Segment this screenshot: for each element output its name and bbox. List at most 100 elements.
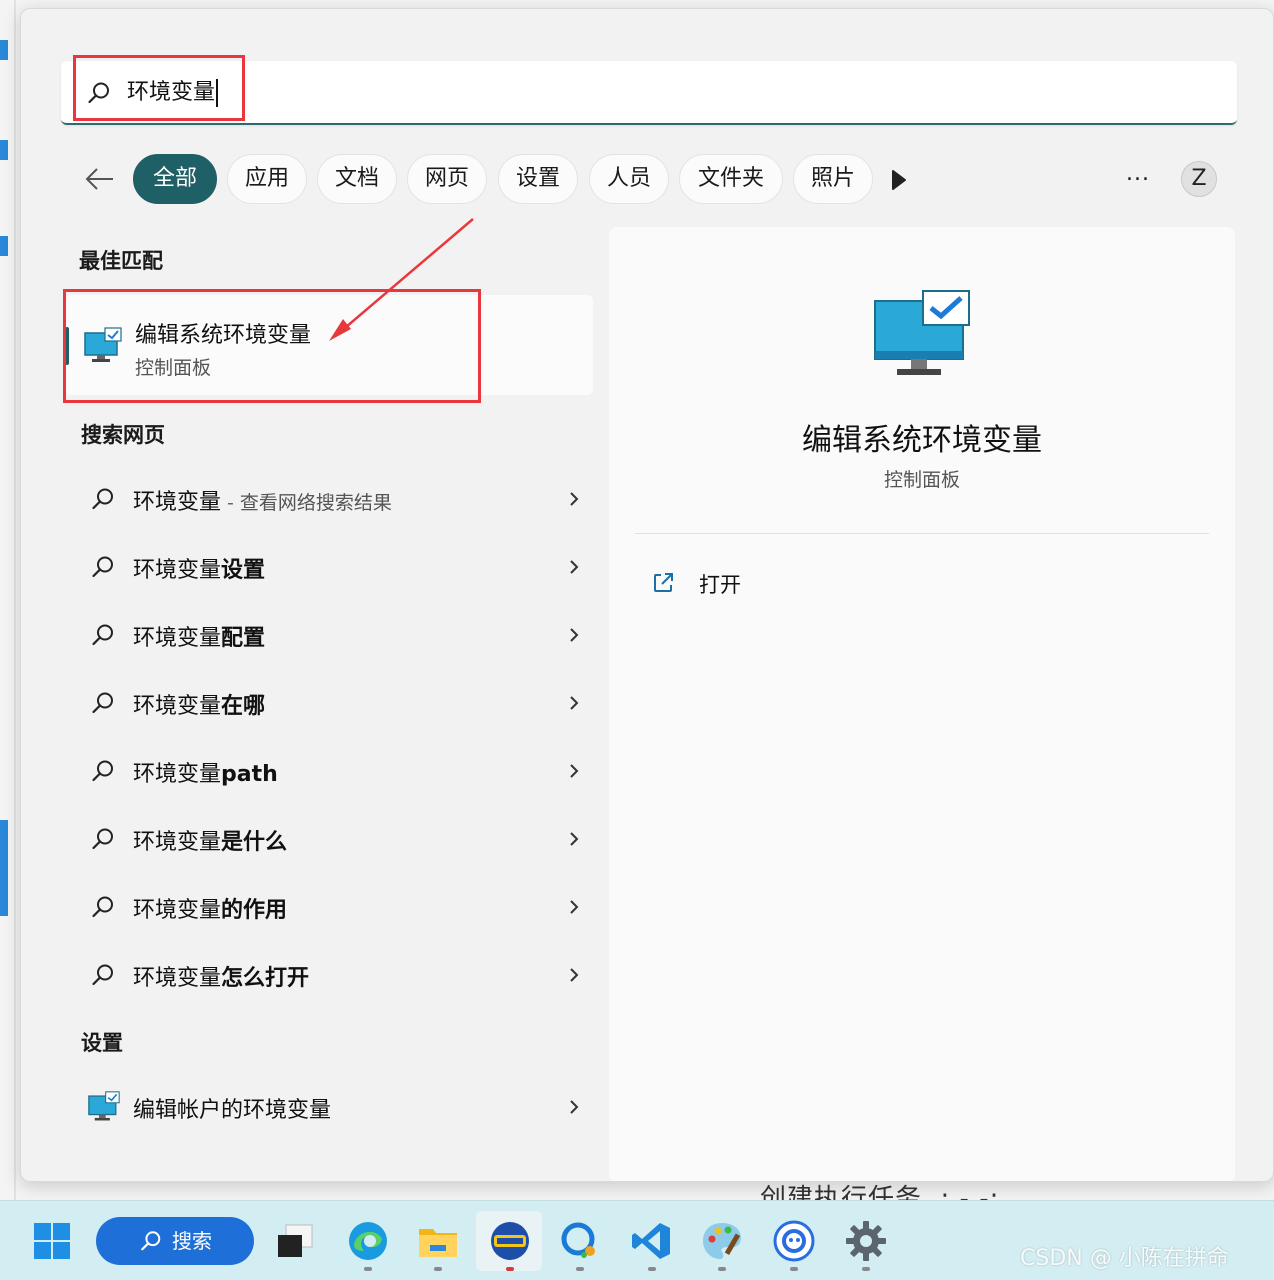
- control-panel-monitor-icon: [84, 327, 122, 362]
- web-search-row-text: 环境变量 - 查看网络搜索结果: [133, 484, 392, 516]
- running-indicator: [790, 1267, 798, 1271]
- running-indicator: [576, 1267, 584, 1271]
- chevron-right-icon: [570, 900, 579, 914]
- filter-chip-all[interactable]: 全部: [133, 154, 217, 204]
- search-icon: [92, 760, 113, 782]
- search-query-text: 环境变量: [127, 80, 216, 105]
- best-match-title: 编辑系统环境变量: [135, 323, 312, 348]
- preview-subtitle: 控制面板: [883, 469, 960, 491]
- chevron-right-icon: [570, 696, 579, 710]
- row-prefix: 环境变量: [133, 490, 222, 515]
- web-search-heading: 搜索网页: [81, 423, 165, 447]
- search-panel: 环境变量 全部 应用 文档 网页 设置 人员 文件夹 照片 ... Z 最佳匹配…: [20, 8, 1274, 1182]
- web-search-row[interactable]: 环境变量在哪: [81, 675, 581, 731]
- web-search-row-text: 环境变量设置: [133, 552, 265, 584]
- chevron-right-icon: [570, 492, 579, 506]
- web-search-row-text: 环境变量的作用: [133, 892, 287, 924]
- web-search-row[interactable]: 环境变量 - 查看网络搜索结果: [81, 471, 581, 527]
- row-bold: 怎么打开: [221, 966, 310, 991]
- web-search-row[interactable]: 环境变量配置: [81, 607, 581, 663]
- chevron-right-icon: [570, 628, 579, 642]
- settings-result-item[interactable]: 编辑帐户的环境变量: [81, 1079, 581, 1135]
- web-search-row[interactable]: 环境变量path: [81, 743, 581, 799]
- search-icon: [92, 692, 113, 714]
- windows-start-icon[interactable]: [32, 1221, 72, 1261]
- row-bold: 配置: [221, 626, 266, 651]
- chevron-right-icon: [570, 560, 579, 574]
- chevron-right-icon: [570, 1100, 579, 1114]
- more-options-button[interactable]: ...: [1123, 159, 1153, 189]
- web-search-row-text: 环境变量path: [133, 756, 278, 788]
- media-app-icon[interactable]: [488, 1219, 532, 1263]
- taskbar-search-label: 搜索: [172, 1229, 212, 1253]
- file-explorer-icon[interactable]: [416, 1219, 460, 1263]
- search-icon: [92, 624, 113, 646]
- web-search-row[interactable]: 环境变量怎么打开: [81, 947, 581, 1003]
- search-icon: [92, 828, 113, 850]
- back-arrow-icon[interactable]: [83, 162, 117, 196]
- search-icon: [92, 488, 113, 510]
- taskbar-search-button[interactable]: 搜索: [96, 1217, 254, 1265]
- filter-chip-folders[interactable]: 文件夹: [679, 154, 783, 204]
- best-match-subtitle: 控制面板: [135, 357, 212, 379]
- chevron-right-icon: [570, 832, 579, 846]
- scroll-right-arrow-icon[interactable]: [889, 169, 909, 191]
- edge-browser-icon[interactable]: [346, 1219, 390, 1263]
- web-search-row-text: 环境变量是什么: [133, 824, 287, 856]
- paint-app-icon[interactable]: [700, 1219, 744, 1263]
- vscode-icon[interactable]: [630, 1219, 674, 1263]
- user-avatar[interactable]: Z: [1181, 161, 1217, 197]
- open-action-label: 打开: [699, 573, 741, 597]
- search-icon: [92, 964, 113, 986]
- filter-chip-documents[interactable]: 文档: [317, 154, 397, 204]
- filter-chip-apps[interactable]: 应用: [227, 154, 307, 204]
- filter-chip-settings[interactable]: 设置: [498, 154, 578, 204]
- row-prefix: 环境变量: [133, 626, 222, 651]
- row-prefix: 环境变量: [133, 898, 222, 923]
- preview-pane: 编辑系统环境变量 控制面板 打开: [609, 227, 1235, 1181]
- row-separator: -: [227, 492, 234, 514]
- annotation-arrow: [329, 218, 474, 341]
- desktop-window-edge: [14, 0, 16, 1200]
- web-search-row-text: 环境变量怎么打开: [133, 960, 309, 992]
- search-icon: [141, 1231, 161, 1251]
- running-indicator: [648, 1267, 656, 1271]
- text-caret: [216, 79, 218, 107]
- settings-result-label: 编辑帐户的环境变量: [133, 1098, 332, 1123]
- running-indicator: [506, 1267, 514, 1271]
- chevron-right-icon: [570, 764, 579, 778]
- open-action-button[interactable]: 打开: [651, 567, 851, 601]
- running-indicator: [718, 1267, 726, 1271]
- desktop-edge-mark: [0, 40, 8, 60]
- filter-chip-photos[interactable]: 照片: [793, 154, 873, 204]
- row-bold: 设置: [221, 558, 266, 583]
- row-prefix: 环境变量: [133, 762, 222, 787]
- row-bold: 的作用: [221, 898, 288, 923]
- assistant-app-icon[interactable]: [772, 1219, 816, 1263]
- search-box[interactable]: 环境变量: [61, 61, 1237, 125]
- settings-gear-icon[interactable]: [844, 1219, 888, 1263]
- web-search-row-text: 环境变量配置: [133, 620, 265, 652]
- control-panel-monitor-icon: [874, 290, 970, 375]
- row-prefix: 环境变量: [133, 966, 222, 991]
- filter-chip-web[interactable]: 网页: [407, 154, 487, 204]
- desktop-edge-mark: [0, 820, 8, 916]
- row-prefix: 环境变量: [133, 558, 222, 583]
- web-search-row[interactable]: 环境变量的作用: [81, 879, 581, 935]
- row-prefix: 环境变量: [133, 830, 222, 855]
- search-icon: [92, 556, 113, 578]
- task-view-icon[interactable]: [274, 1219, 318, 1263]
- web-search-row[interactable]: 环境变量设置: [81, 539, 581, 595]
- best-match-heading: 最佳匹配: [79, 249, 163, 273]
- row-extra: 查看网络搜索结果: [239, 492, 392, 514]
- chat-app-icon[interactable]: [558, 1219, 602, 1263]
- row-prefix: 环境变量: [133, 694, 222, 719]
- preview-title: 编辑系统环境变量: [802, 423, 1042, 458]
- web-search-row[interactable]: 环境变量是什么: [81, 811, 581, 867]
- row-bold: 在哪: [221, 694, 266, 719]
- row-bold: 是什么: [221, 830, 288, 855]
- control-panel-monitor-icon: [88, 1091, 120, 1121]
- filter-chip-people[interactable]: 人员: [589, 154, 669, 204]
- selection-accent-bar: [65, 327, 69, 365]
- search-input[interactable]: 环境变量: [127, 75, 218, 111]
